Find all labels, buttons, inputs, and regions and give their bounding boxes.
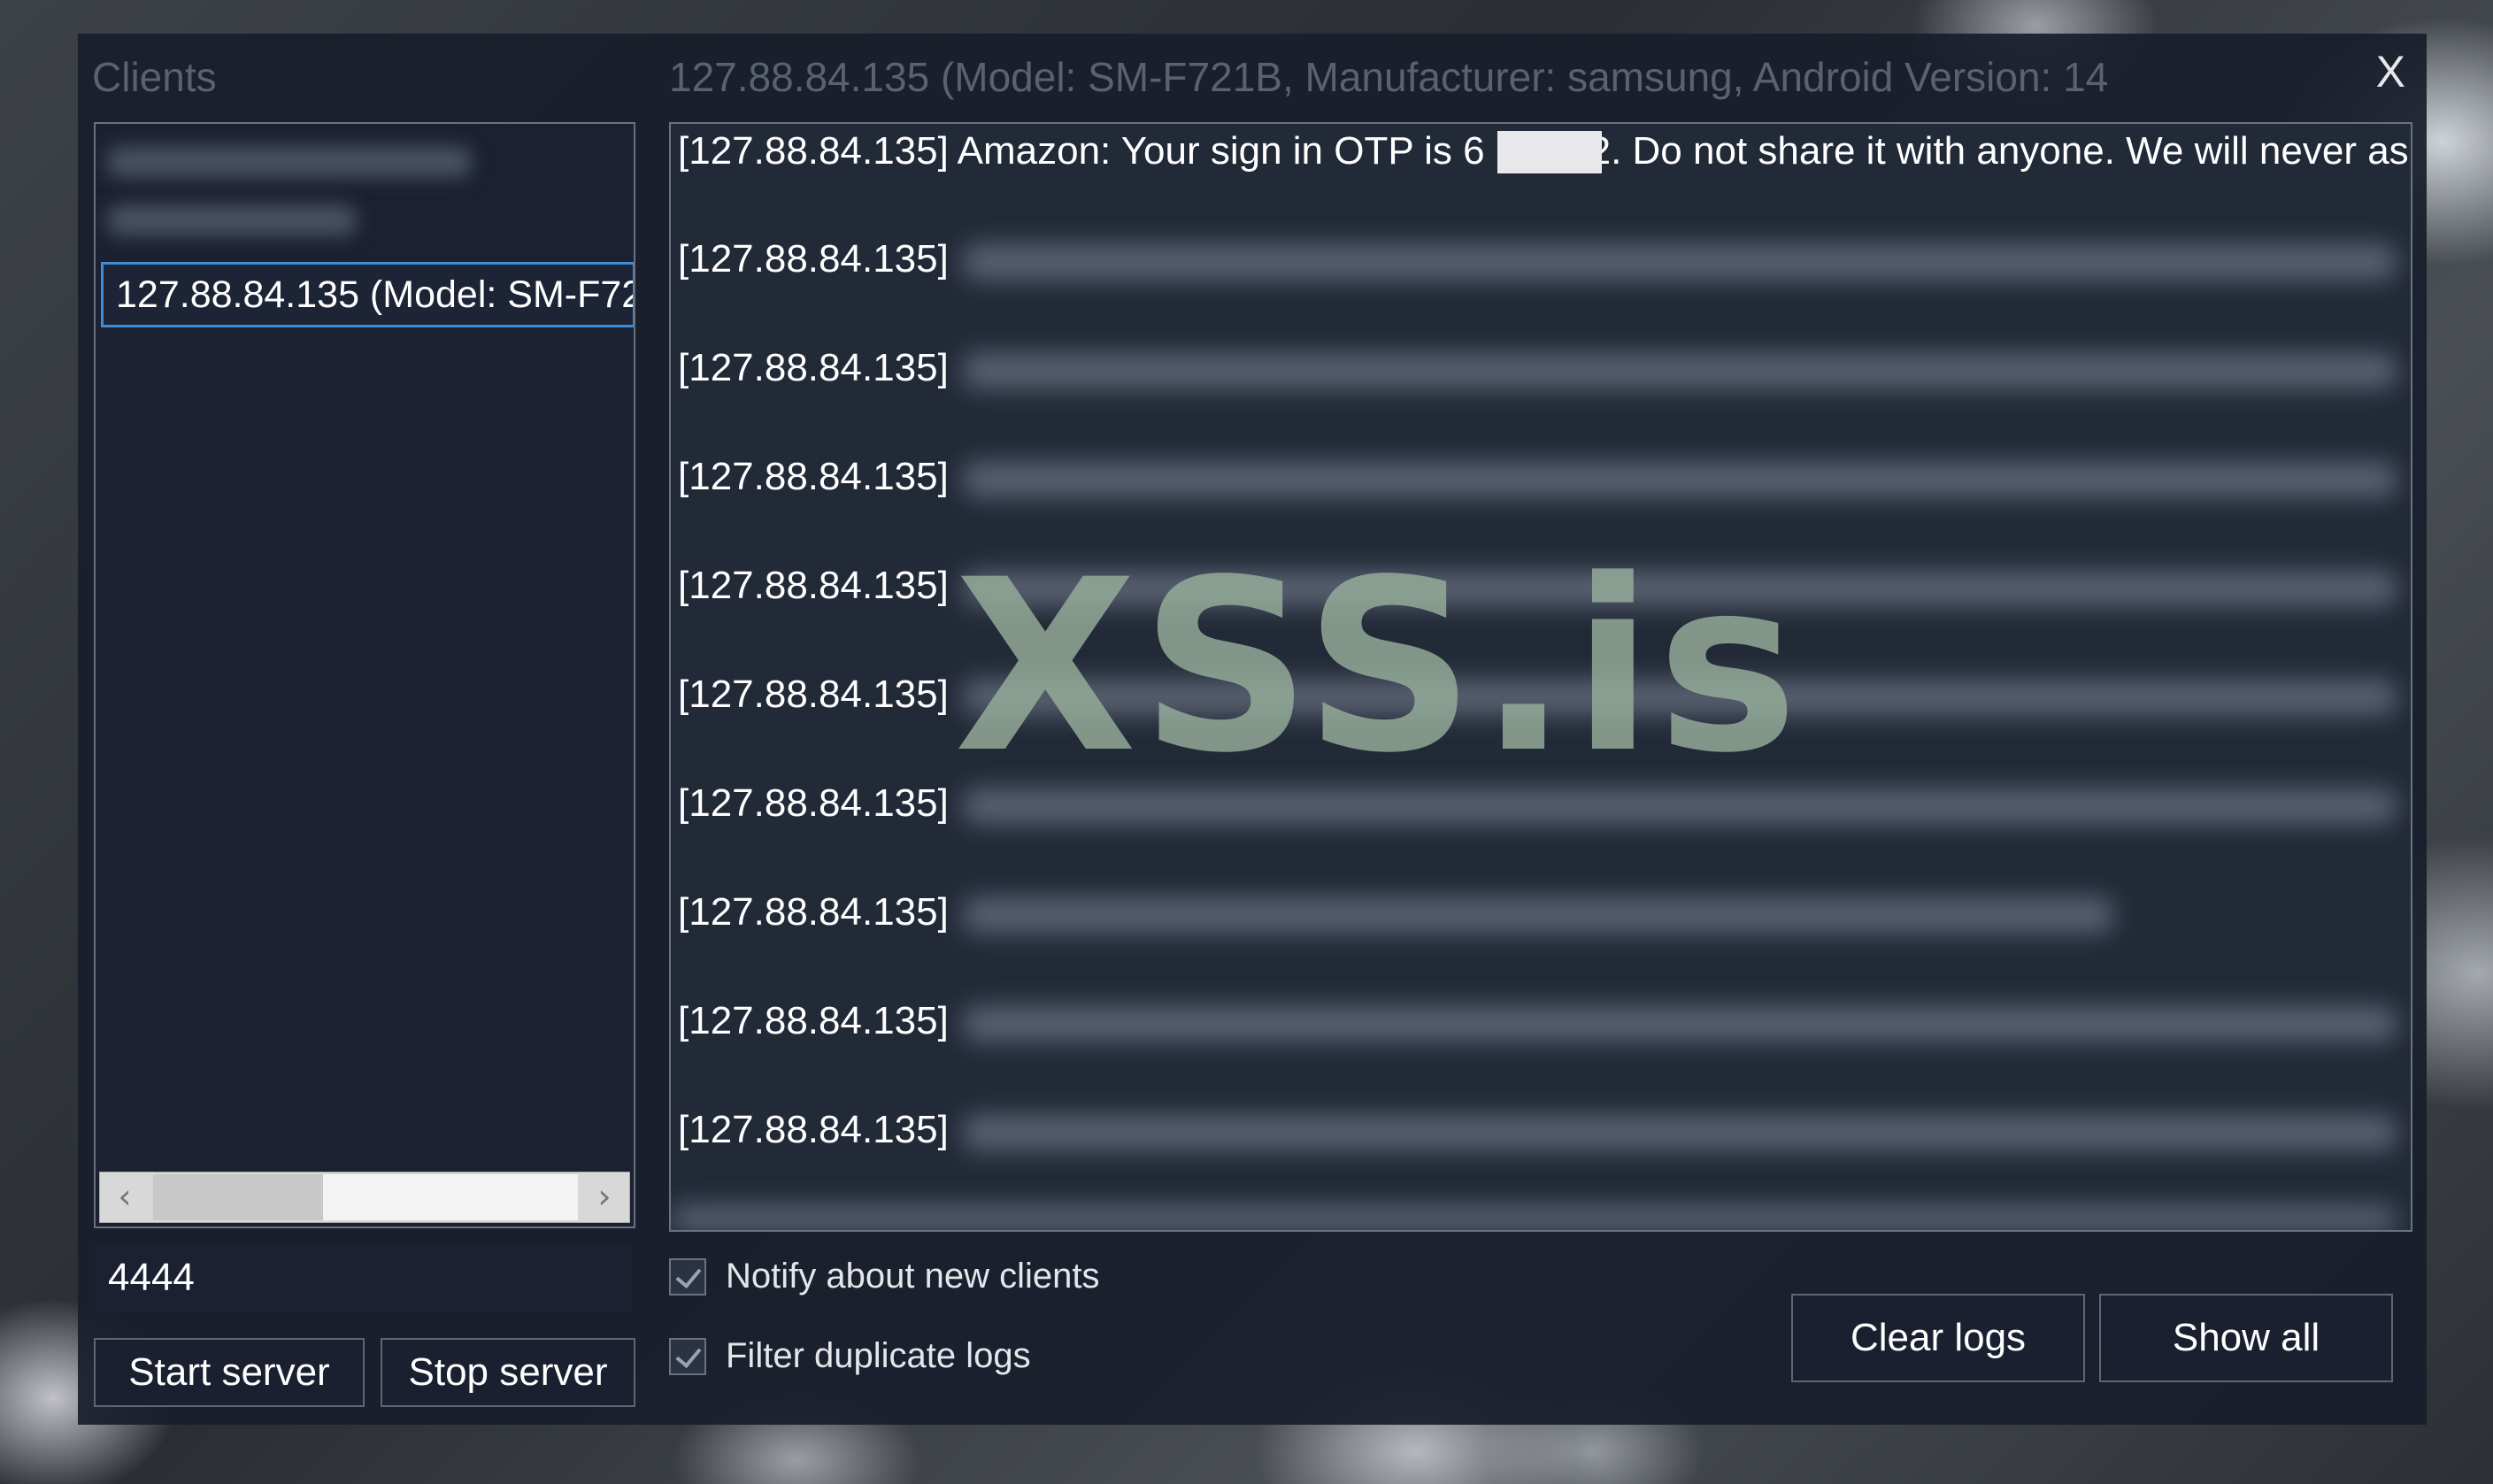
clients-title: Clients	[92, 54, 217, 100]
notify-label: Notify about new clients	[726, 1257, 1100, 1296]
scroll-left-icon[interactable]: ‹	[100, 1173, 150, 1222]
filter-option[interactable]: Filter duplicate logs	[669, 1336, 1031, 1376]
show-all-button[interactable]: Show all	[2099, 1294, 2393, 1382]
blurred-log-text	[671, 1205, 2397, 1230]
filter-label: Filter duplicate logs	[726, 1336, 1031, 1375]
client-list-hscrollbar[interactable]: ‹ ›	[99, 1172, 630, 1223]
log-line: [127.88.84.135]	[678, 237, 949, 281]
log-line: [127.88.84.135]	[678, 673, 949, 716]
blurred-log-text	[963, 1115, 2397, 1150]
client-list-item-selected[interactable]: 127.88.84.135 (Model: SM-F721B	[101, 262, 634, 327]
log-line: [127.88.84.135]	[678, 1108, 949, 1151]
blurred-log-text	[963, 462, 2397, 497]
notify-checkbox[interactable]	[669, 1257, 706, 1296]
blurred-log-text	[963, 897, 2113, 933]
log-otp-suffix: 2. Do not share it with anyone. We will …	[1589, 129, 2412, 173]
blurred-log-text	[963, 244, 2397, 280]
blurred-log-text	[963, 1006, 2397, 1042]
redaction-box	[1497, 131, 1602, 173]
filter-checkbox[interactable]	[669, 1337, 706, 1375]
blurred-log-text	[963, 353, 2397, 388]
log-line: [127.88.84.135]	[678, 999, 949, 1042]
device-title: 127.88.84.135 (Model: SM-F721B, Manufact…	[669, 54, 2109, 100]
start-server-button[interactable]: Start server	[94, 1338, 365, 1407]
main-window: Clients 127.88.84.135 (Model: SM-F721B, …	[78, 34, 2427, 1425]
client-list[interactable]: 127.88.84.135 (Model: SM-F721B ‹ ›	[94, 122, 635, 1228]
stop-server-button[interactable]: Stop server	[381, 1338, 635, 1407]
scroll-right-icon[interactable]: ›	[580, 1173, 629, 1222]
log-line: [127.88.84.135]	[678, 346, 949, 389]
notify-option[interactable]: Notify about new clients	[669, 1257, 1099, 1296]
clear-logs-button[interactable]: Clear logs	[1791, 1294, 2085, 1382]
blurred-client-entry	[108, 205, 356, 235]
log-otp-prefix: [127.88.84.135] Amazon: Your sign in OTP…	[678, 129, 1485, 173]
log-line: [127.88.84.135]	[678, 890, 949, 934]
blurred-client-entry	[108, 147, 471, 177]
log-line: [127.88.84.135]	[678, 781, 949, 825]
port-input[interactable]	[96, 1244, 632, 1311]
log-line: [127.88.84.135]	[678, 564, 949, 607]
watermark: XSS.is	[954, 529, 1802, 805]
scrollbar-thumb[interactable]	[153, 1174, 323, 1220]
close-button[interactable]: X	[2376, 46, 2405, 97]
log-line: [127.88.84.135]	[678, 455, 949, 498]
scrollbar-track[interactable]	[323, 1174, 578, 1220]
